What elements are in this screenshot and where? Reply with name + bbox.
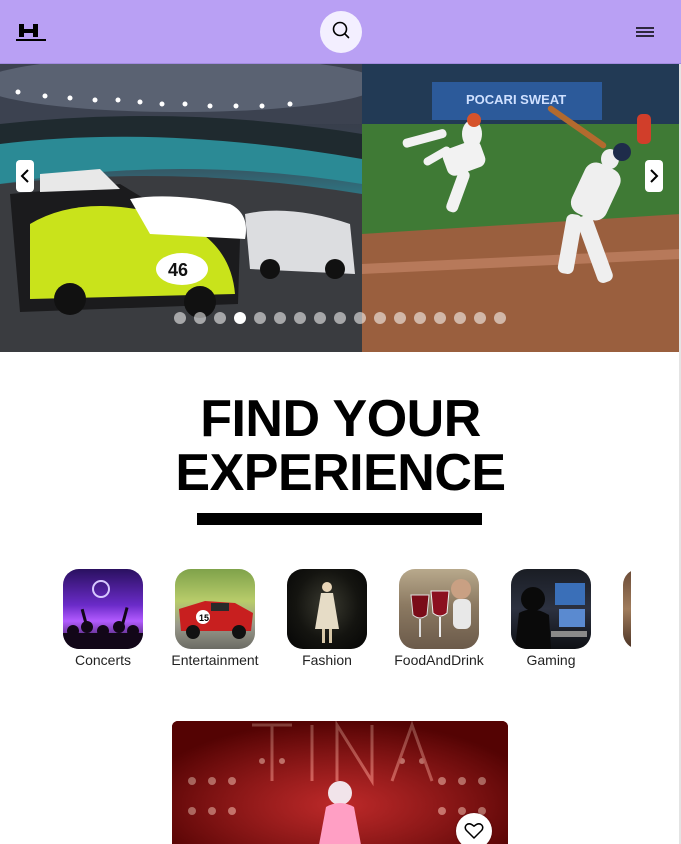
svg-text:15: 15 xyxy=(199,613,209,623)
category-entertainment[interactable]: 15 Entertainment xyxy=(159,569,271,668)
carousel-dot[interactable] xyxy=(194,312,206,324)
category-partial-image xyxy=(623,569,631,649)
carousel-dot[interactable] xyxy=(434,312,446,324)
category-fashion-image xyxy=(287,569,367,649)
carousel-dot[interactable] xyxy=(294,312,306,324)
category-label: FoodAndDrink xyxy=(394,652,484,668)
carousel-dot[interactable] xyxy=(334,312,346,324)
category-scroller[interactable]: Concerts 15 Entertainment Fashion FoodAn… xyxy=(55,569,631,669)
chevron-right-icon xyxy=(650,169,659,183)
page-title-line1: FIND YOUR xyxy=(200,390,481,448)
carousel-dot[interactable] xyxy=(314,312,326,324)
h-logo-icon[interactable] xyxy=(16,22,48,44)
title-underline xyxy=(197,513,482,525)
svg-text:POCARI SWEAT: POCARI SWEAT xyxy=(466,92,566,107)
carousel-next-button[interactable] xyxy=(645,160,663,192)
category-gaming[interactable]: Gaming xyxy=(495,569,607,668)
category-next-partial[interactable] xyxy=(607,569,631,649)
favorite-button[interactable] xyxy=(456,813,492,844)
carousel-dot[interactable] xyxy=(474,312,486,324)
carousel-dot[interactable] xyxy=(234,312,246,324)
hamburger-menu-icon xyxy=(636,27,654,37)
category-concerts[interactable]: Concerts xyxy=(55,569,159,668)
category-label: Entertainment xyxy=(171,652,259,668)
page-title-line2: EXPERIENCE xyxy=(175,444,506,502)
carousel-slide-baseball: POCARI SWEAT xyxy=(362,64,681,352)
category-entertainment-image: 15 xyxy=(175,569,255,649)
carousel-prev-button[interactable] xyxy=(16,160,34,192)
hero-carousel[interactable]: 46 POCARI SWEAT xyxy=(0,64,681,352)
category-gaming-image xyxy=(511,569,591,649)
category-foodanddrink-image xyxy=(399,569,479,649)
category-concerts-image xyxy=(63,569,143,649)
category-fashion[interactable]: Fashion xyxy=(271,569,383,668)
carousel-dot[interactable] xyxy=(494,312,506,324)
svg-text:46: 46 xyxy=(168,260,188,280)
search-button[interactable] xyxy=(320,11,362,53)
category-label: Gaming xyxy=(526,652,576,668)
carousel-slide-racing: 46 xyxy=(0,64,362,352)
category-label: Fashion xyxy=(302,652,352,668)
carousel-pagination xyxy=(174,312,506,324)
carousel-dot[interactable] xyxy=(374,312,386,324)
top-header xyxy=(0,0,681,64)
carousel-dot[interactable] xyxy=(254,312,266,324)
carousel-dot[interactable] xyxy=(394,312,406,324)
category-foodanddrink[interactable]: FoodAndDrink xyxy=(383,569,495,668)
carousel-dot[interactable] xyxy=(354,312,366,324)
chevron-left-icon xyxy=(20,169,29,183)
heart-outline-icon xyxy=(464,823,484,839)
hamburger-menu-button[interactable] xyxy=(630,22,658,42)
carousel-dot[interactable] xyxy=(214,312,226,324)
carousel-dot[interactable] xyxy=(174,312,186,324)
carousel-dot[interactable] xyxy=(414,312,426,324)
search-icon xyxy=(331,20,351,45)
page-title: FIND YOUR EXPERIENCE xyxy=(0,392,681,500)
carousel-dot[interactable] xyxy=(454,312,466,324)
carousel-dot[interactable] xyxy=(274,312,286,324)
category-label: Concerts xyxy=(74,652,132,668)
